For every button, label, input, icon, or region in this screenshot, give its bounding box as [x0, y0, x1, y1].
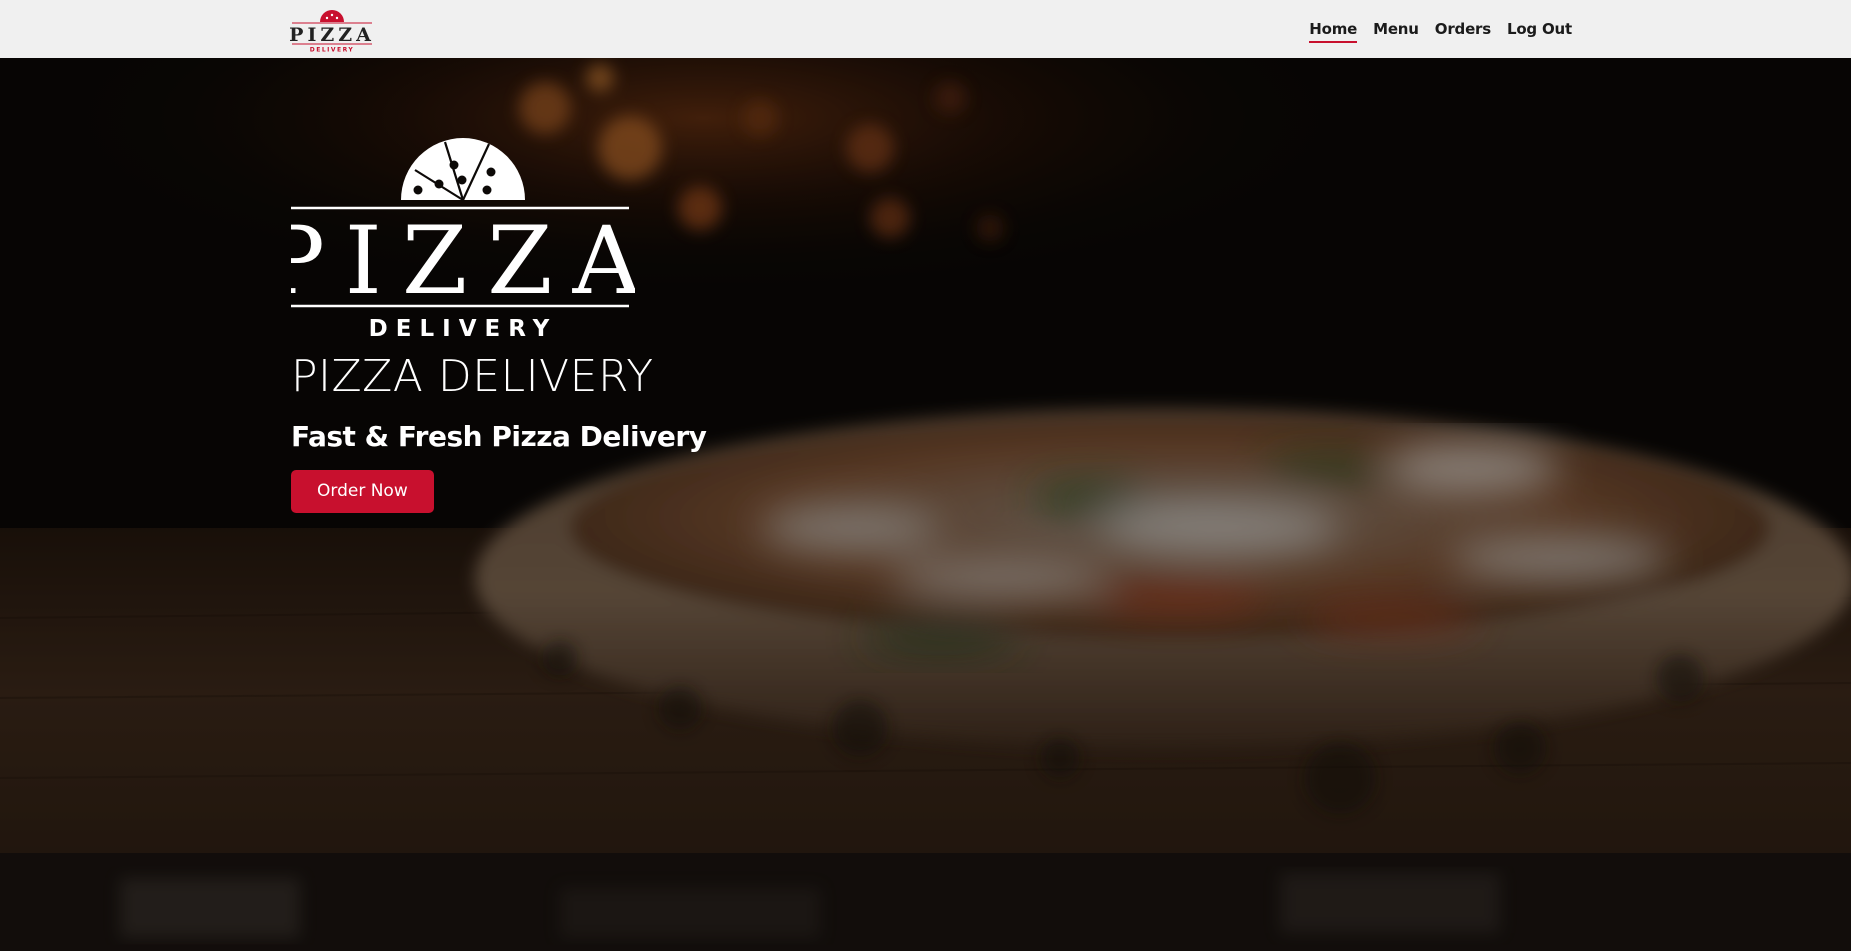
- main-nav: Home Menu Orders Log Out: [1309, 0, 1572, 58]
- top-navbar: PIZZA DELIVERY Home Menu Orders Log Out: [0, 0, 1851, 58]
- svg-text:DELIVERY: DELIVERY: [369, 316, 558, 340]
- order-now-button[interactable]: Order Now: [291, 470, 434, 513]
- nav-logout-link[interactable]: Log Out: [1507, 18, 1572, 40]
- hero-content: PIZZA DELIVERY PIZZA DELIVERY Fast & Fre…: [291, 138, 851, 513]
- nav-orders-link[interactable]: Orders: [1435, 18, 1491, 40]
- nav-menu-link[interactable]: Menu: [1373, 18, 1419, 40]
- hero-dark-overlay: [0, 58, 1851, 951]
- hero-title: PIZZA DELIVERY: [291, 351, 654, 402]
- svg-text:PIZZA: PIZZA: [289, 24, 375, 46]
- pizza-delivery-hero-logo: PIZZA DELIVERY: [291, 138, 635, 340]
- pizza-delivery-logo: PIZZA DELIVERY: [289, 10, 375, 53]
- hero-section: PIZZA DELIVERY PIZZA DELIVERY Fast & Fre…: [0, 58, 1851, 951]
- nav-home-link[interactable]: Home: [1309, 18, 1357, 43]
- hero-subtitle: Fast & Fresh Pizza Delivery: [291, 420, 707, 453]
- svg-text:PIZZA: PIZZA: [291, 207, 635, 316]
- svg-text:DELIVERY: DELIVERY: [310, 47, 355, 53]
